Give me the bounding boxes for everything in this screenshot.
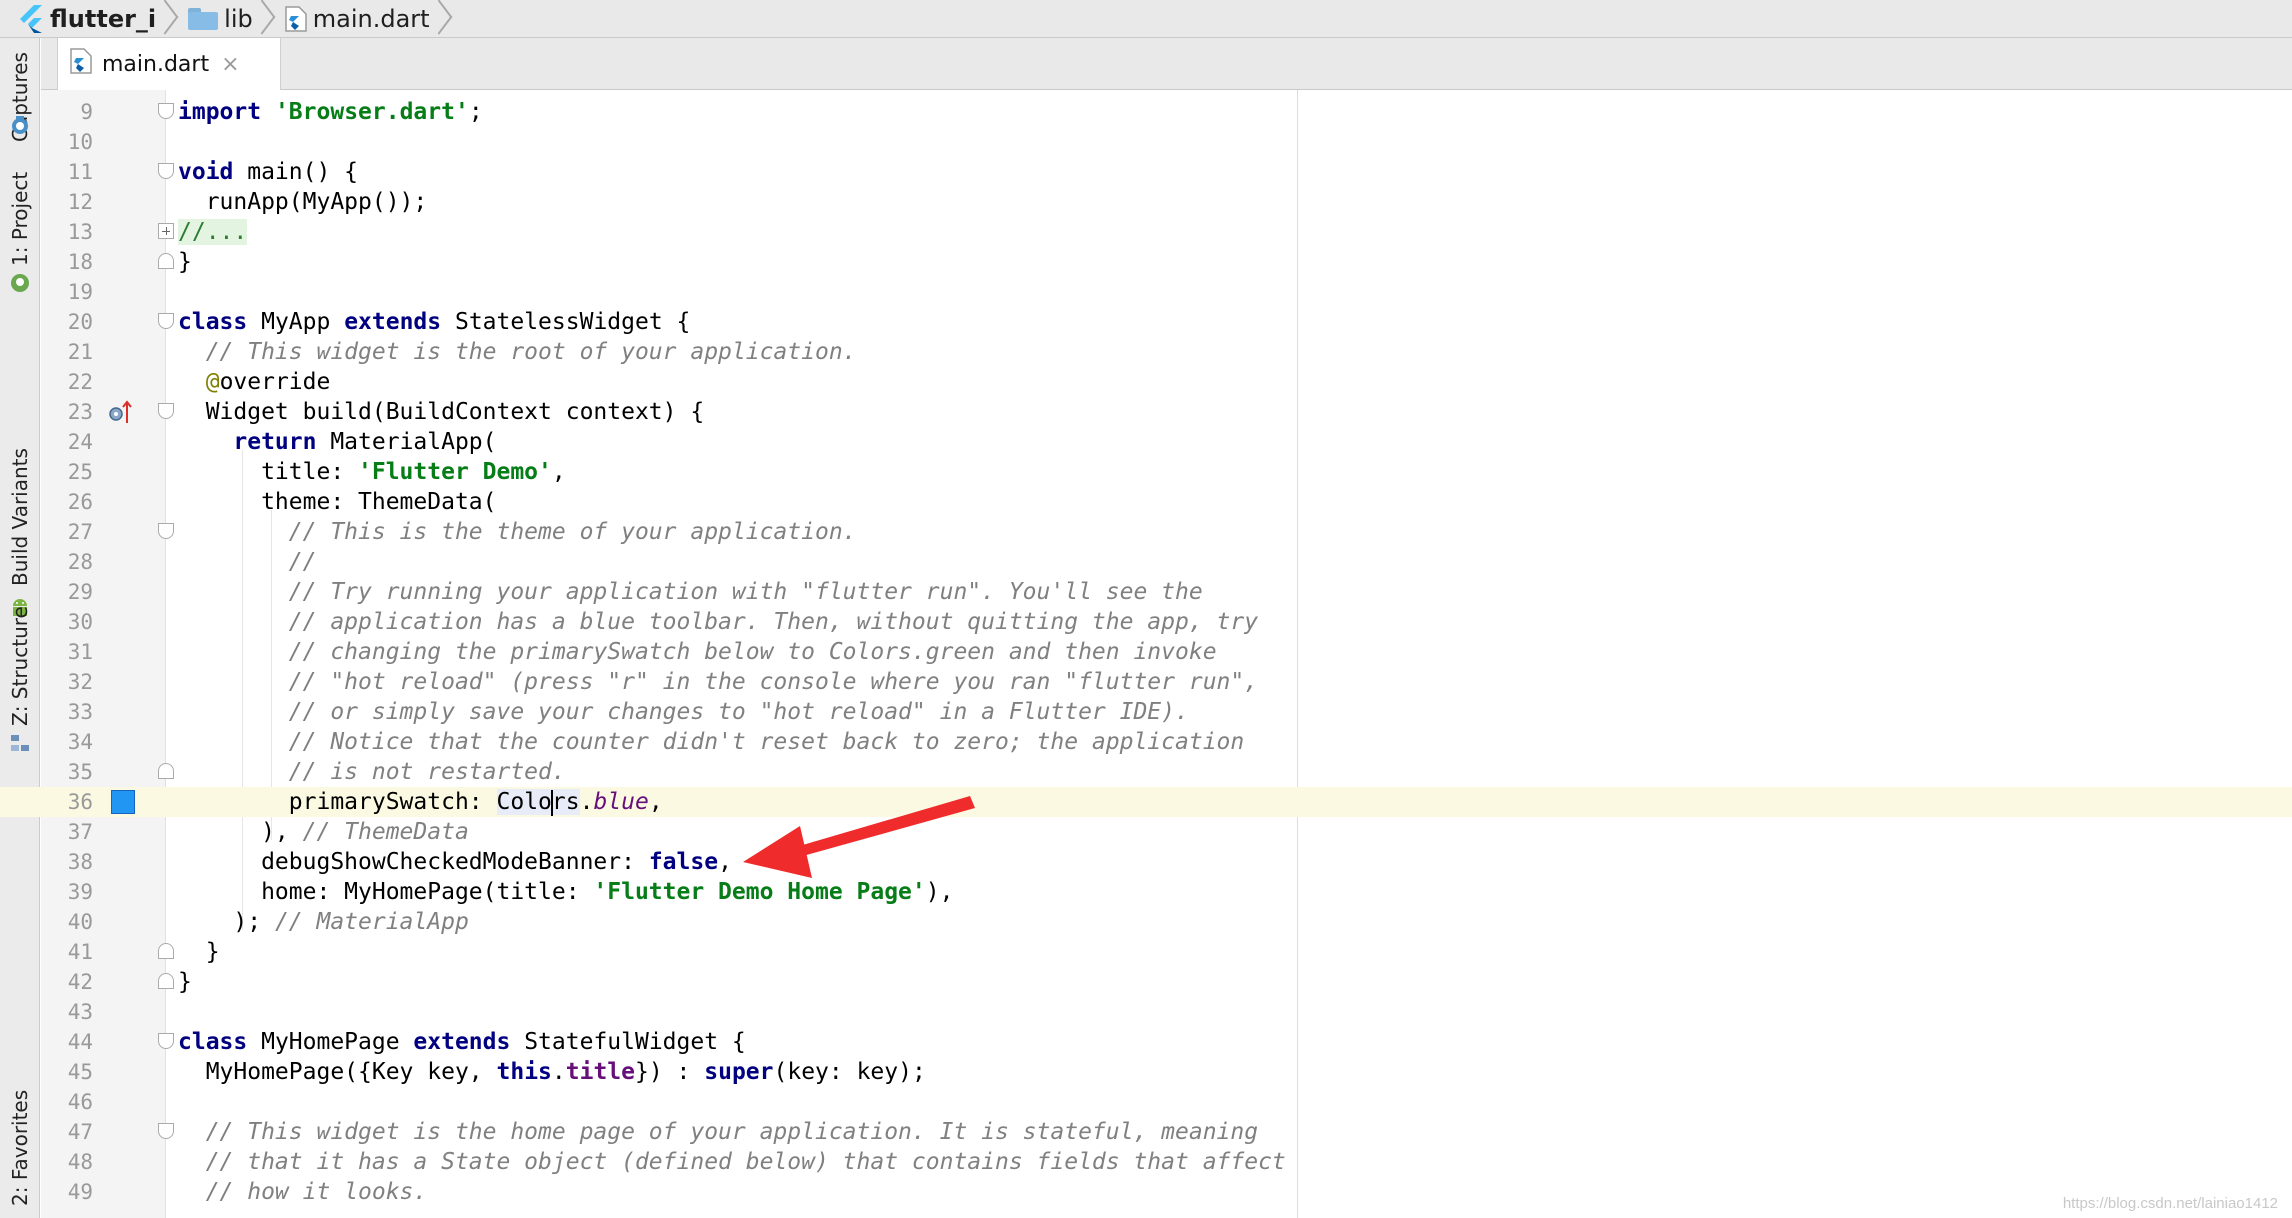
annotation-arrow-icon	[743, 796, 975, 878]
watermark: https://blog.csdn.net/lainiao1412	[2062, 1195, 2278, 1212]
